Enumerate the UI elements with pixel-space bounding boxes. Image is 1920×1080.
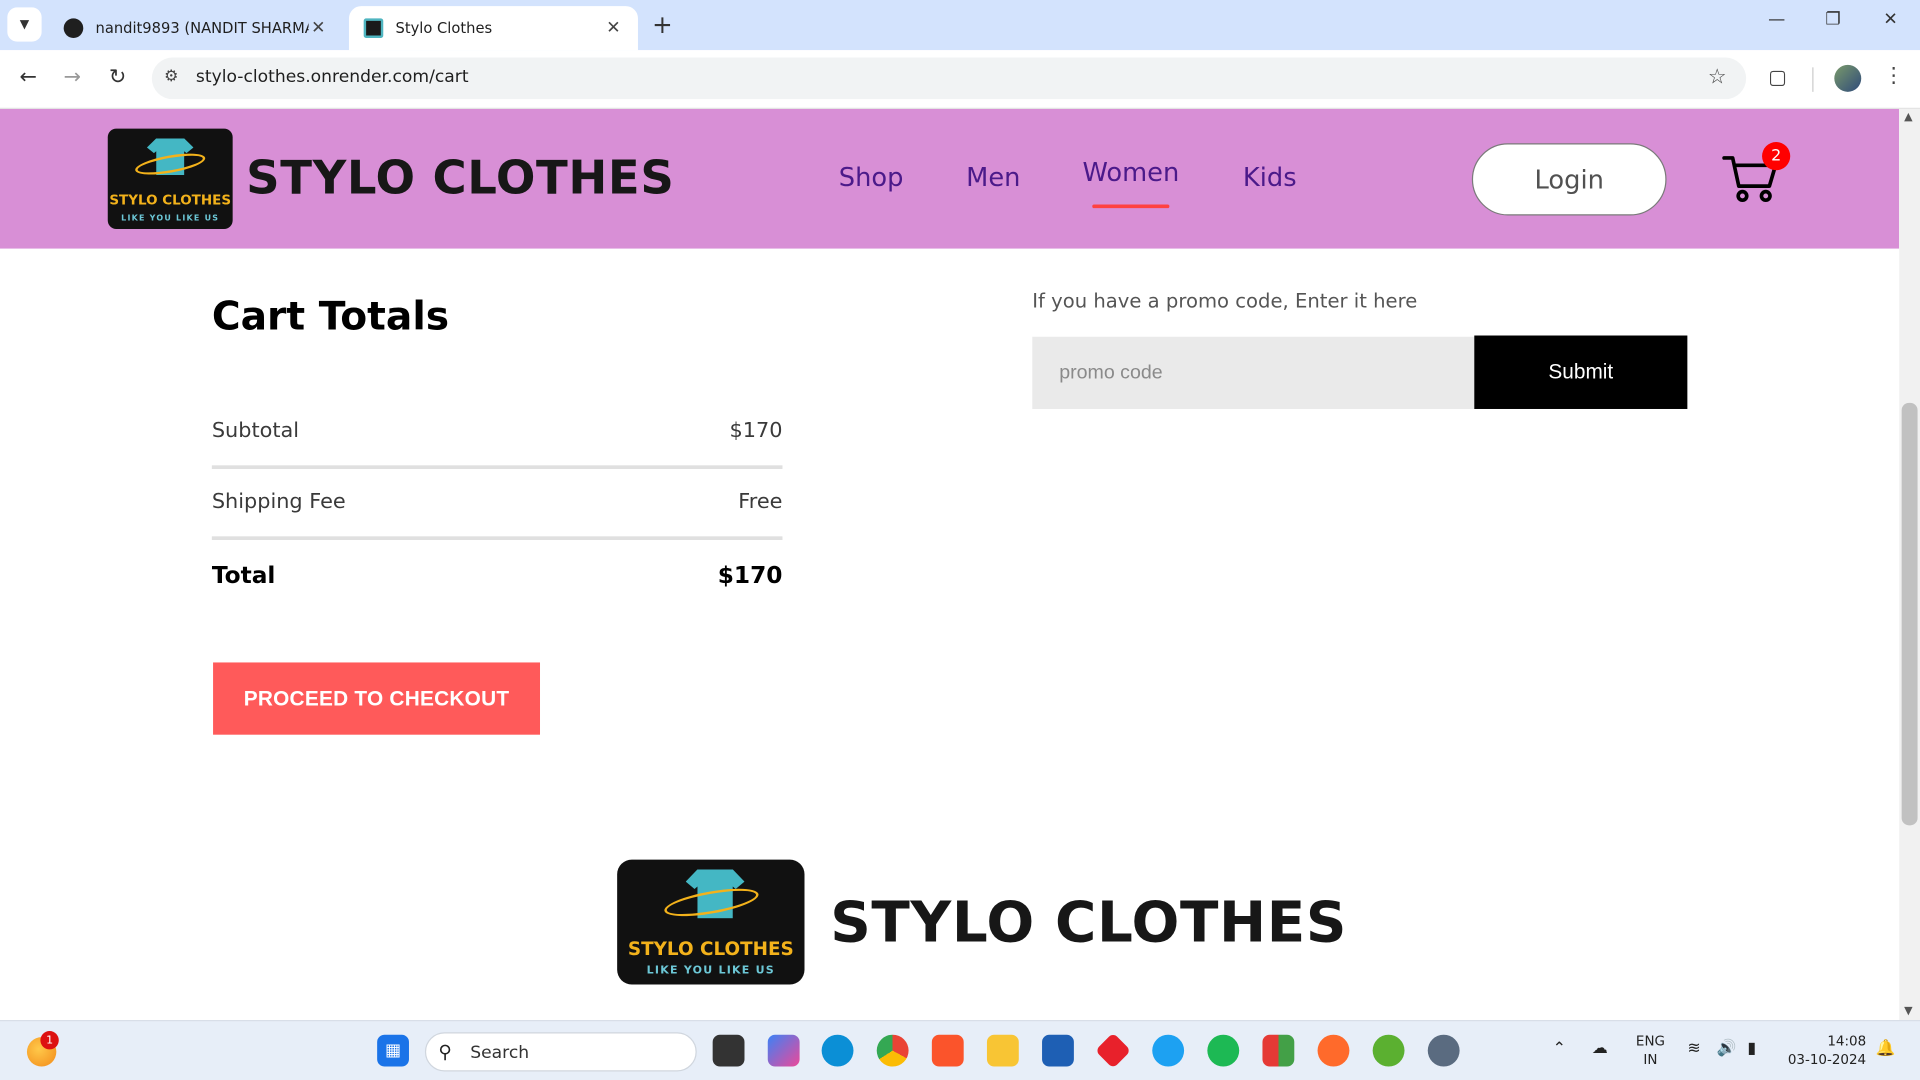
address-bar[interactable]: ⚙ stylo-clothes.onrender.com/cart ☆	[151, 57, 1747, 100]
row-divider	[211, 536, 783, 541]
total-row: Total $170	[212, 562, 783, 599]
promo-submit-button[interactable]: Submit	[1474, 335, 1688, 409]
nav-women[interactable]: Women	[1082, 158, 1179, 209]
site-info-icon[interactable]: ⚙	[164, 67, 178, 85]
logo-tagline: LIKE YOU LIKE US	[121, 213, 220, 223]
new-tab-button[interactable]: +	[649, 10, 676, 39]
utorrent-icon[interactable]	[1372, 1034, 1405, 1067]
scroll-up-icon[interactable]: ▲	[1904, 111, 1912, 123]
onedrive-icon[interactable]: ☁	[1592, 1040, 1608, 1058]
promo-label: If you have a promo code, Enter it here	[1032, 288, 1418, 313]
windows-start-icon[interactable]: ▦	[377, 1034, 409, 1067]
scroll-down-icon[interactable]: ▼	[1904, 1005, 1912, 1017]
checkout-button[interactable]: PROCEED TO CHECKOUT	[213, 662, 541, 735]
chevron-up-icon[interactable]: ⌃	[1553, 1040, 1566, 1058]
nav-kids[interactable]: Kids	[1243, 163, 1297, 192]
brand-title[interactable]: STYLO CLOTHES	[246, 151, 674, 205]
footer-brand-title: STYLO CLOTHES	[830, 888, 1348, 956]
chrome-icon[interactable]	[876, 1034, 909, 1067]
notification-bell-icon[interactable]: 🔔	[1876, 1040, 1896, 1058]
shipping-row: Shipping Fee Free	[212, 490, 783, 527]
tab-search-button[interactable]: ▼	[7, 7, 42, 42]
volume-icon[interactable]: 🔊	[1717, 1040, 1737, 1058]
forward-icon[interactable]: →	[59, 65, 86, 89]
cart-count-badge: 2	[1762, 142, 1791, 171]
tab-stylo-clothes[interactable]: Stylo Clothes ✕	[348, 6, 638, 51]
settings-icon[interactable]	[1427, 1034, 1460, 1067]
battery-icon[interactable]: ▮	[1747, 1040, 1756, 1058]
notification-badge: 1	[40, 1031, 59, 1050]
shipping-value: Free	[738, 489, 783, 515]
page-scrollbar[interactable]: ▲ ▼	[1899, 108, 1920, 1021]
edge-icon[interactable]	[821, 1034, 854, 1067]
browser-tabstrip: ▼ nandit9893 (NANDIT SHARMA) ✕ Stylo Clo…	[0, 0, 1920, 51]
reload-icon[interactable]: ↻	[104, 65, 131, 89]
chevron-down-icon: ▼	[19, 17, 30, 32]
nav-men[interactable]: Men	[966, 163, 1020, 192]
app-icon[interactable]	[1317, 1034, 1350, 1067]
windows-taskbar: 1 ▦ ⚲ Search ⌃ ☁ ENG IN ≋ 🔊 ▮ 14:08 03-1…	[0, 1020, 1920, 1080]
subtotal-row: Subtotal $170	[212, 419, 783, 456]
extensions-icon[interactable]: ▢	[1768, 65, 1787, 88]
tab-title: nandit9893 (NANDIT SHARMA)	[95, 19, 309, 37]
bookmark-star-icon[interactable]: ☆	[1708, 65, 1727, 89]
minimize-icon[interactable]: —	[1765, 10, 1789, 30]
tab-github[interactable]: nandit9893 (NANDIT SHARMA) ✕	[49, 6, 343, 50]
logo-text: STYLO CLOTHES	[627, 937, 794, 961]
scrollbar-thumb[interactable]	[1901, 402, 1918, 826]
subtotal-value: $170	[729, 418, 783, 444]
region-code: IN	[1643, 1051, 1658, 1068]
file-explorer-icon[interactable]	[986, 1034, 1019, 1067]
subtotal-label: Subtotal	[211, 418, 300, 444]
login-button[interactable]: Login	[1471, 143, 1667, 216]
total-label: Total	[211, 562, 276, 589]
restore-icon[interactable]: ❐	[1821, 10, 1845, 30]
language-indicator[interactable]: ENG IN	[1636, 1032, 1665, 1069]
taskbar-search[interactable]: ⚲ Search	[424, 1032, 697, 1072]
search-icon: ⚲	[438, 1040, 452, 1063]
tab-title: Stylo Clothes	[395, 19, 493, 37]
profile-avatar[interactable]	[1834, 64, 1862, 92]
clock-time: 14:08	[1827, 1033, 1867, 1050]
back-icon[interactable]: ←	[15, 65, 42, 89]
page-viewport: STYLO CLOTHES LIKE YOU LIKE US STYLO CLO…	[0, 108, 1900, 1021]
clock[interactable]: 14:08 03-10-2024	[1785, 1032, 1866, 1069]
site-favicon-icon	[363, 18, 384, 38]
toolbar-divider	[1812, 67, 1814, 92]
browser-toolbar: ← → ↻ ⚙ stylo-clothes.onrender.com/cart …	[0, 50, 1920, 109]
logo-text: STYLO CLOTHES	[109, 192, 232, 209]
logo-tagline: LIKE YOU LIKE US	[646, 964, 775, 978]
app-icon[interactable]	[1152, 1034, 1185, 1067]
wifi-icon[interactable]: ≋	[1687, 1040, 1700, 1058]
app-icon[interactable]	[1262, 1034, 1295, 1067]
close-icon[interactable]: ✕	[309, 18, 329, 38]
total-value: $170	[717, 562, 783, 589]
store-icon[interactable]	[1042, 1034, 1074, 1067]
copilot-icon[interactable]	[767, 1034, 800, 1067]
task-view-icon[interactable]	[712, 1034, 745, 1067]
nav-shop[interactable]: Shop	[839, 163, 904, 192]
promo-code-input[interactable]	[1032, 336, 1476, 409]
footer-logo[interactable]: STYLO CLOTHES LIKE YOU LIKE US	[617, 859, 805, 985]
clock-date: 03-10-2024	[1787, 1051, 1867, 1068]
site-navbar: STYLO CLOTHES LIKE YOU LIKE US STYLO CLO…	[0, 108, 1900, 249]
brave-icon[interactable]	[931, 1034, 964, 1067]
window-close-icon[interactable]: ✕	[1878, 10, 1902, 30]
app-icon[interactable]	[1095, 1032, 1132, 1069]
cart-totals-title: Cart Totals	[211, 292, 450, 340]
language-code: ENG	[1635, 1033, 1665, 1050]
spotify-icon[interactable]	[1207, 1034, 1240, 1067]
more-menu-icon[interactable]: ⋮	[1883, 64, 1904, 88]
row-divider	[211, 465, 783, 469]
close-icon[interactable]: ✕	[604, 18, 624, 38]
site-logo[interactable]: STYLO CLOTHES LIKE YOU LIKE US	[107, 128, 233, 229]
address-url[interactable]: stylo-clothes.onrender.com/cart	[196, 67, 469, 87]
search-label: Search	[470, 1043, 530, 1063]
shipping-label: Shipping Fee	[211, 489, 346, 515]
github-icon	[63, 18, 84, 38]
